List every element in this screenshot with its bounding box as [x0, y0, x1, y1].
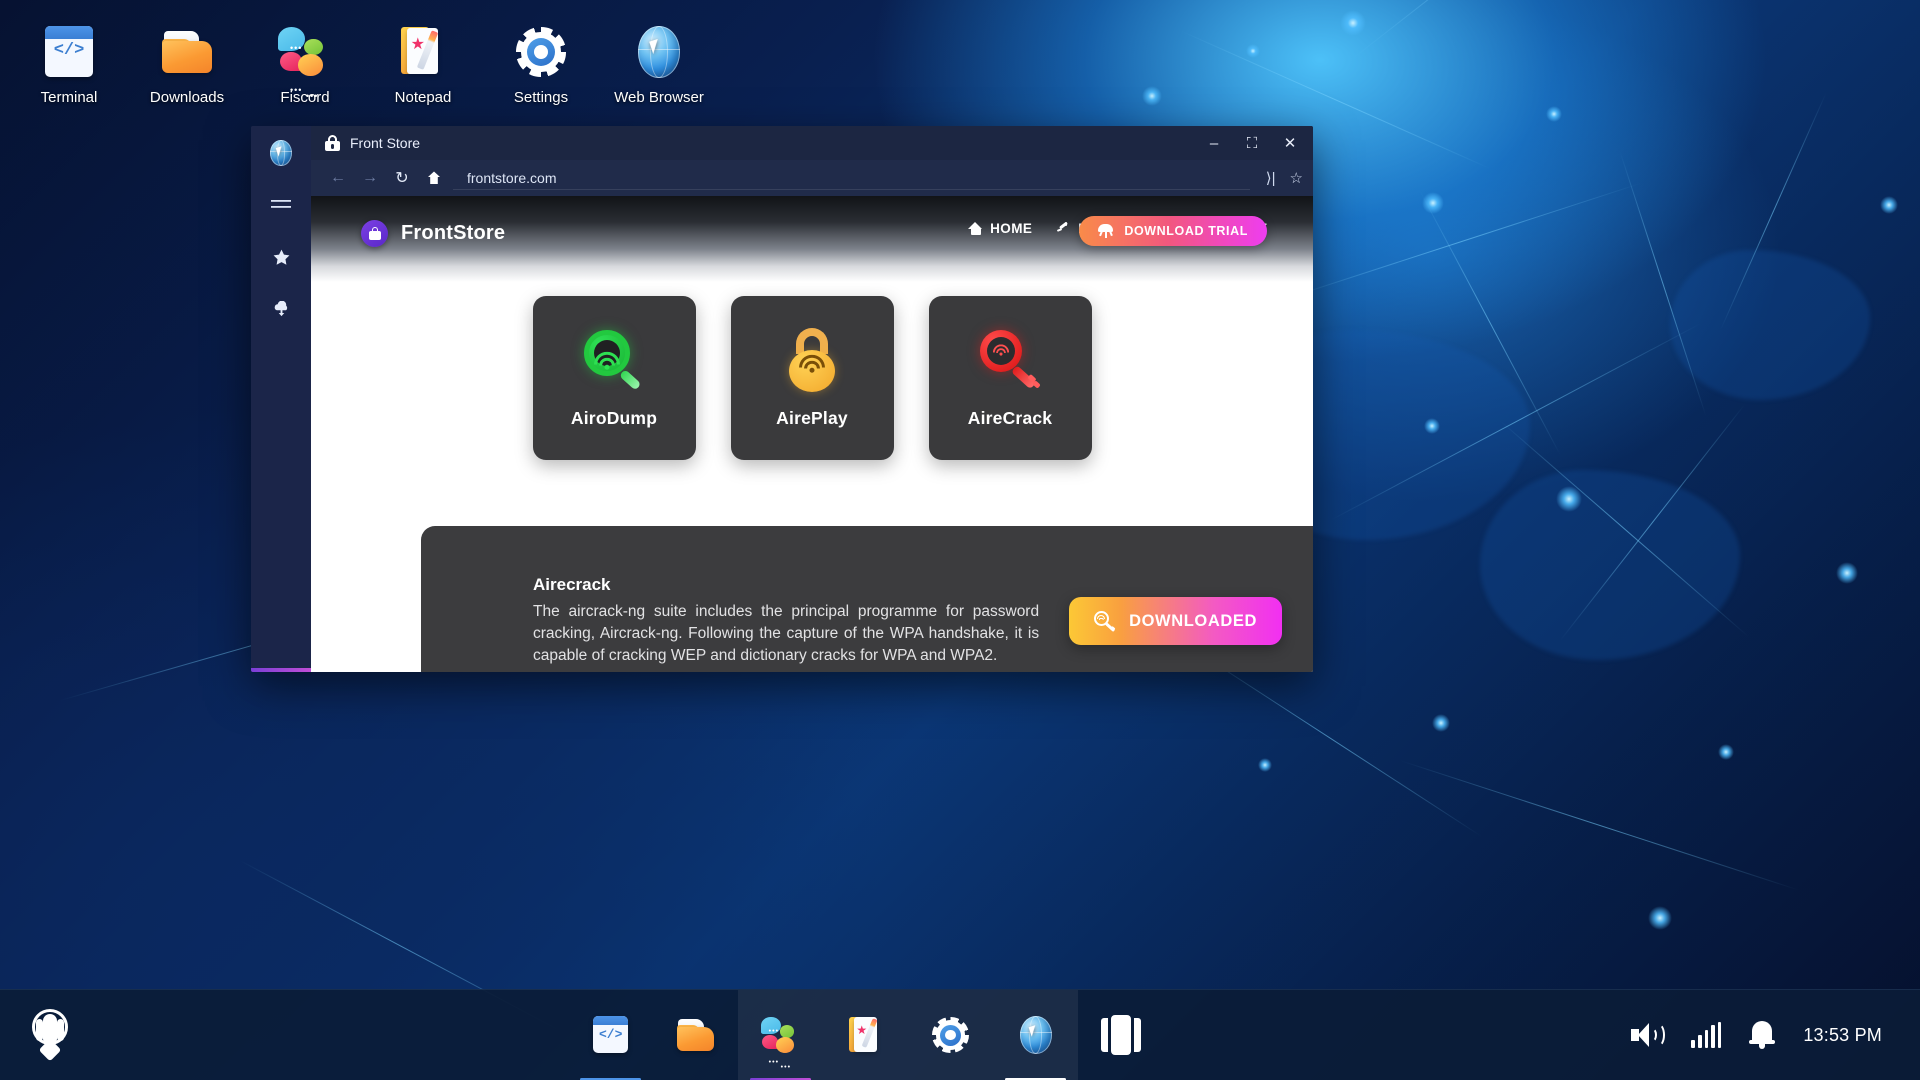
- desktop-icon-label: Web Browser: [614, 89, 704, 106]
- downloaded-button-label: DOWNLOADED: [1129, 611, 1257, 630]
- star-icon[interactable]: [266, 242, 296, 272]
- gear-icon: [513, 24, 569, 80]
- chat-bubbles-icon: ••• ••• •••: [277, 24, 333, 101]
- desktop-icon-label: Settings: [513, 89, 569, 106]
- gear-icon: [930, 1014, 972, 1056]
- desktop-icon-downloads[interactable]: Downloads: [128, 18, 246, 106]
- desktop-icon-fiscord[interactable]: ••• ••• ••• Fiscord: [246, 18, 364, 106]
- browser-titlebar: Front Store – ⛶ ✕: [311, 126, 1313, 160]
- key-icon: [1094, 611, 1116, 632]
- folder-icon: [159, 24, 215, 80]
- taskbar-app-notepad[interactable]: ★: [823, 989, 909, 1080]
- maximize-button[interactable]: ⛶: [1235, 129, 1269, 157]
- product-detail-copy: Airecrack The aircrack-ng suite includes…: [533, 575, 1039, 668]
- forward-button[interactable]: →: [357, 165, 383, 191]
- speaker-icon: [1631, 1021, 1666, 1049]
- lock-icon: [325, 135, 340, 151]
- product-card-list: AiroDump AirePlay AireCrack: [311, 296, 1313, 460]
- site-hero: FrontStore HOME FEATURES CONTACT: [311, 196, 1313, 282]
- taskbar-app-web-browser[interactable]: [993, 989, 1079, 1080]
- desktop-icon-web-browser[interactable]: Web Browser: [600, 18, 718, 106]
- signal-bars-icon: [1691, 1022, 1722, 1048]
- reload-button[interactable]: ↻: [389, 165, 415, 191]
- product-detail-title: Airecrack: [533, 574, 611, 594]
- notifications-button[interactable]: [1749, 1020, 1776, 1050]
- download-cloud-icon[interactable]: [266, 294, 296, 324]
- product-card-label: AiroDump: [570, 407, 658, 428]
- sidebar-accent-bar: [251, 668, 311, 672]
- window-controls: – ⛶ ✕: [1197, 129, 1307, 157]
- home-icon: [968, 222, 983, 235]
- taskbar-app-terminal[interactable]: </>: [568, 990, 653, 1080]
- notepad-pencil-icon: ★: [395, 24, 451, 80]
- close-button[interactable]: ✕: [1273, 129, 1307, 157]
- taskbar-app-settings[interactable]: [908, 989, 994, 1080]
- product-card-airecrack[interactable]: AireCrack: [928, 296, 1092, 460]
- bookmark-star-icon[interactable]: ☆: [1290, 169, 1303, 187]
- browser-main: Front Store – ⛶ ✕ ← → ↻ frontstore.com ⟩…: [311, 126, 1313, 672]
- shopping-bag-logo-icon: [361, 220, 388, 247]
- clock[interactable]: 13:53 PM: [1803, 1025, 1882, 1046]
- web-page: FrontStore HOME FEATURES CONTACT: [311, 196, 1313, 672]
- back-button[interactable]: ←: [325, 165, 351, 191]
- product-detail-panel: Airecrack The aircrack-ng suite includes…: [421, 526, 1313, 672]
- downloaded-button[interactable]: DOWNLOADED: [1069, 597, 1282, 645]
- notepad-pencil-icon: ★: [845, 1014, 887, 1056]
- download-trial-button[interactable]: DOWNLOAD TRIAL: [1079, 216, 1267, 246]
- start-button[interactable]: [0, 1009, 100, 1062]
- nav-link-home[interactable]: HOME: [968, 221, 1032, 236]
- volume-button[interactable]: [1631, 1021, 1666, 1049]
- network-button[interactable]: [1691, 1022, 1722, 1048]
- site-brand[interactable]: FrontStore: [361, 220, 505, 247]
- hamburger-icon[interactable]: [266, 190, 296, 220]
- desktop-icon-settings[interactable]: Settings: [482, 18, 600, 106]
- rocket-icon: [1056, 221, 1071, 235]
- taskbar-app-downloads[interactable]: [653, 990, 738, 1080]
- download-trial-label: DOWNLOAD TRIAL: [1124, 224, 1248, 238]
- desktop-icon-terminal[interactable]: </> Terminal: [10, 18, 128, 106]
- desktop-icon-notepad[interactable]: ★ Notepad: [364, 18, 482, 106]
- folder-icon: [675, 1014, 717, 1056]
- penguin-icon: [28, 1009, 72, 1062]
- overflow-icon[interactable]: ⟩|: [1266, 169, 1276, 187]
- desktop-icon-label: Downloads: [149, 89, 225, 106]
- minimize-button[interactable]: –: [1197, 129, 1231, 157]
- brand-name: FrontStore: [401, 222, 506, 244]
- terminal-icon: </>: [41, 24, 97, 80]
- product-detail-description: The aircrack-ng suite includes the princ…: [533, 602, 1040, 665]
- product-card-aireplay[interactable]: AirePlay: [730, 296, 894, 460]
- desktop-icon-label: Fiscord: [280, 89, 330, 106]
- taskbar-window-switcher[interactable]: [1078, 990, 1163, 1080]
- browser-logo-icon[interactable]: [266, 138, 296, 168]
- desktop-icon-label: Notepad: [394, 89, 452, 106]
- terminal-icon: </>: [590, 1014, 632, 1056]
- wifi-key-icon: [978, 328, 1042, 392]
- globe-icon: [1015, 1014, 1057, 1056]
- url-text: frontstore.com: [467, 169, 557, 186]
- desktop-icon-grid: </> Terminal Downloads ••• ••• ••• Fisco…: [10, 18, 718, 106]
- toolbar-tail: ⟩| ☆: [1256, 169, 1303, 187]
- product-card-label: AireCrack: [967, 407, 1053, 428]
- bell-icon: [1749, 1020, 1776, 1050]
- address-bar[interactable]: frontstore.com: [453, 166, 1250, 190]
- globe-icon: [631, 24, 687, 80]
- browser-window: Front Store – ⛶ ✕ ← → ↻ frontstore.com ⟩…: [251, 126, 1313, 672]
- wifi-magnifier-icon: [582, 328, 646, 392]
- chat-bubbles-icon: ••• ••• •••: [760, 1014, 802, 1071]
- taskbar-app-list: </> ••• ••• ••• ★: [100, 989, 1631, 1080]
- product-card-airodump[interactable]: AiroDump: [532, 296, 696, 460]
- windows-stack-icon: [1100, 1015, 1141, 1055]
- taskbar: </> ••• ••• ••• ★ 13:53 PM: [0, 989, 1920, 1080]
- wifi-padlock-icon: [780, 327, 844, 392]
- taskbar-app-fiscord[interactable]: ••• ••• •••: [738, 989, 824, 1080]
- window-title: Front Store: [350, 135, 421, 151]
- system-tray: 13:53 PM: [1631, 1020, 1920, 1050]
- parachute-icon: [1098, 224, 1114, 238]
- browser-sidebar: [251, 126, 311, 672]
- browser-toolbar: ← → ↻ frontstore.com ⟩| ☆: [311, 160, 1313, 196]
- product-card-label: AirePlay: [776, 407, 848, 428]
- nav-link-label: HOME: [990, 221, 1033, 236]
- desktop-icon-label: Terminal: [40, 89, 98, 106]
- home-button[interactable]: [421, 165, 447, 191]
